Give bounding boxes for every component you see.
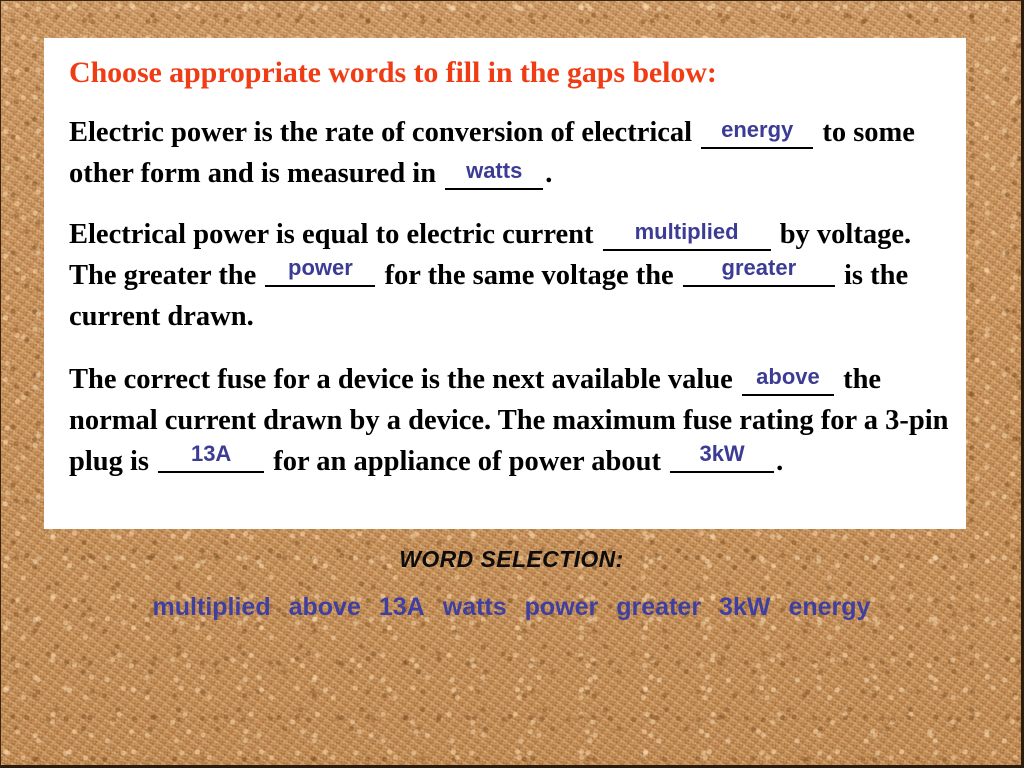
gap-multiplied-rule	[602, 249, 771, 251]
gap-answer-3kw[interactable]: 3kW	[670, 440, 775, 473]
gap-greater-rule	[682, 285, 835, 287]
gap-answer-power[interactable]: power	[265, 254, 376, 287]
gap-answer-multiplied[interactable]: multiplied	[602, 218, 771, 251]
gap-greater-value: greater	[721, 255, 797, 280]
gap-power-value: power	[288, 255, 353, 280]
paragraph-2: Electrical power is equal to electric cu…	[69, 214, 952, 337]
gap-3kw-value: 3kW	[699, 441, 745, 466]
gap-power-rule	[265, 285, 376, 287]
word-option[interactable]: 13A	[379, 591, 425, 623]
word-option[interactable]: greater	[616, 591, 701, 623]
gap-multiplied-value: multiplied	[634, 219, 739, 244]
gap-answer-greater[interactable]: greater	[682, 254, 835, 287]
p2-text-1: Electrical power is equal to electric cu…	[69, 219, 594, 250]
p3-text-4: .	[776, 446, 784, 477]
page-title: Choose appropriate words to fill in the …	[69, 56, 717, 89]
word-selection-section: WORD SELECTION: multiplied above 13A watts p…	[1, 544, 1022, 623]
word-option[interactable]: above	[289, 591, 361, 623]
word-selection-list: multiplied above 13A watts power greater 3kW en…	[1, 591, 1022, 623]
gap-answer-above[interactable]: above	[741, 363, 834, 396]
gap-watts-value: watts	[466, 158, 523, 183]
gap-answer-13a[interactable]: 13A	[158, 440, 265, 473]
gap-energy-value: energy	[721, 117, 794, 142]
paragraph-1: Electric power is the rate of conversion…	[69, 112, 952, 194]
gap-3kw-rule	[670, 471, 775, 473]
p3-text-3: for an appliance of power about	[273, 446, 661, 477]
word-option[interactable]: watts	[443, 591, 507, 623]
gap-energy-rule	[701, 147, 814, 149]
gap-13a-rule	[158, 471, 265, 473]
gap-above-value: above	[756, 364, 820, 389]
word-option[interactable]: energy	[788, 591, 870, 623]
gap-answer-watts[interactable]: watts	[445, 157, 544, 190]
gap-13a-value: 13A	[190, 441, 232, 466]
paragraph-3: The correct fuse for a device is the nex…	[69, 359, 952, 482]
p1-text-1: Electric power is the rate of conversion…	[69, 117, 693, 148]
gap-watts-rule	[445, 188, 544, 190]
p2-text-3: for the same voltage the	[384, 260, 674, 291]
word-option[interactable]: 3kW	[719, 591, 770, 623]
word-option[interactable]: power	[525, 591, 599, 623]
gap-above-rule	[741, 394, 834, 396]
slide-canvas: Choose appropriate words to fill in the …	[0, 0, 1024, 768]
word-selection-heading: WORD SELECTION:	[399, 546, 624, 572]
gap-answer-energy[interactable]: energy	[701, 116, 814, 149]
p1-text-3: .	[545, 158, 553, 189]
word-option[interactable]: multiplied	[153, 591, 271, 623]
content-panel: Choose appropriate words to fill in the …	[44, 38, 966, 529]
p3-text-1: The correct fuse for a device is the nex…	[69, 364, 733, 395]
